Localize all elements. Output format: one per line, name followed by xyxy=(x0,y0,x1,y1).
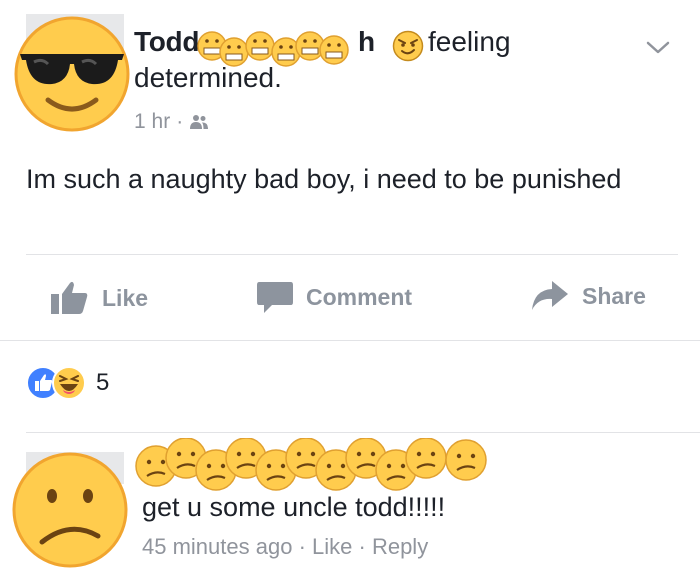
comment-bubble-icon xyxy=(257,282,293,313)
like-label: Like xyxy=(102,284,149,311)
meta-separator: · xyxy=(358,534,366,559)
reaction-count: 5 xyxy=(96,369,110,396)
post-body: Im such a naughty bad boy, i need to be … xyxy=(26,164,622,194)
author-name-end[interactable]: h xyxy=(358,26,375,58)
chevron-down-icon[interactable] xyxy=(644,36,672,58)
comment-button[interactable]: Comment xyxy=(256,280,412,314)
comment-like-link[interactable]: Like xyxy=(312,534,352,559)
share-button[interactable]: Share xyxy=(530,280,646,312)
share-arrow-icon xyxy=(532,281,568,310)
thumbs-up-icon xyxy=(51,281,88,314)
divider xyxy=(0,340,700,341)
post-meta: 1 hr · xyxy=(134,110,209,134)
confused-emoji-overlay xyxy=(135,438,487,491)
comment-label: Comment xyxy=(306,283,413,310)
determined-emoji-icon xyxy=(392,30,424,62)
meta-separator: · xyxy=(176,110,184,133)
haha-reaction-icon xyxy=(52,366,86,400)
friends-icon[interactable] xyxy=(189,114,209,130)
divider xyxy=(26,432,700,433)
post-time[interactable]: 1 hr xyxy=(134,110,170,134)
meta-separator: · xyxy=(298,534,306,559)
like-button[interactable]: Like xyxy=(50,280,148,316)
comment-text: get u some uncle todd!!!!! xyxy=(142,492,446,522)
comment-reply-link[interactable]: Reply xyxy=(372,534,428,559)
share-label: Share xyxy=(582,282,646,309)
reactions-summary[interactable]: 5 xyxy=(26,366,109,400)
comment-meta: 45 minutes ago · Like · Reply xyxy=(142,534,428,560)
feeling-label: feeling xyxy=(428,26,511,57)
author-name[interactable]: Todd xyxy=(134,26,199,58)
divider xyxy=(26,254,678,255)
sunglasses-avatar[interactable] xyxy=(12,14,132,134)
confused-face-avatar[interactable] xyxy=(10,450,130,570)
feeling-object[interactable]: determined. xyxy=(134,62,282,94)
comment-time[interactable]: 45 minutes ago xyxy=(142,534,292,559)
